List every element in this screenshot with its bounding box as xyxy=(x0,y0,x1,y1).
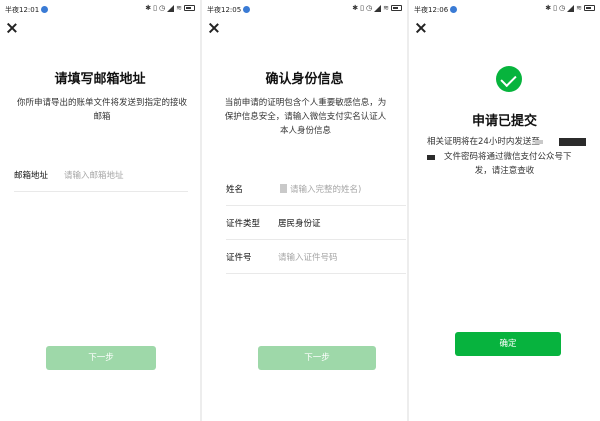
identity-screen: 半夜12:05 ✱ ▯ ◷ ≋ 确认身份信息 当前申请的证明包含个人重要敏感信息… xyxy=(202,0,407,421)
alarm-icon: ◷ xyxy=(366,4,373,12)
page-title: 申请已提交 xyxy=(471,114,537,129)
next-button[interactable]: 下一步 xyxy=(46,346,156,370)
close-icon[interactable] xyxy=(415,22,427,34)
signal-icon xyxy=(374,4,382,12)
alarm-icon: ◷ xyxy=(159,4,166,12)
vibrate-icon: ▯ xyxy=(360,4,365,12)
bluetooth-icon: ✱ xyxy=(545,4,552,12)
bluetooth-icon: ✱ xyxy=(352,4,359,12)
name-input[interactable]: 请输入完整的姓名) xyxy=(290,183,361,195)
page-title: 确认身份信息 xyxy=(265,72,344,87)
alarm-icon: ◷ xyxy=(559,4,566,12)
battery-icon xyxy=(391,5,402,11)
page-title: 请填写邮箱地址 xyxy=(54,72,146,87)
name-label: 姓名 xyxy=(226,185,244,195)
status-bar: 半夜12:06 ✱ ▯ ◷ ≋ xyxy=(409,0,600,18)
notification-icon xyxy=(243,6,251,13)
status-icons: ✱ ▯ ◷ ≋ xyxy=(352,4,402,12)
status-time: 半夜12:05 xyxy=(207,5,251,15)
bluetooth-icon: ✱ xyxy=(145,4,152,12)
status-bar: 半夜12:05 ✱ ▯ ◷ ≋ xyxy=(202,0,407,18)
name-field-row: 姓名 请输入完整的姓名) xyxy=(226,172,406,206)
status-time: 半夜12:01 xyxy=(5,5,49,15)
next-button[interactable]: 下一步 xyxy=(258,346,376,370)
id-type-label: 证件类型 xyxy=(226,219,261,229)
wifi-icon: ≋ xyxy=(383,4,389,12)
submitted-screen: 半夜12:06 ✱ ▯ ◷ ≋ 申请已提交 相关证明将在24小时内发送至 文件密… xyxy=(409,0,600,421)
status-icons: ✱ ▯ ◷ ≋ xyxy=(545,4,595,12)
check-circle-icon xyxy=(496,66,522,92)
vibrate-icon: ▯ xyxy=(553,4,558,12)
close-icon[interactable] xyxy=(208,22,220,34)
email-screen: 半夜12:01 ✱ ▯ ◷ ≋ 请填写邮箱地址 你所申请导出的账单文件将发送到指… xyxy=(0,0,200,421)
confirm-button[interactable]: 确定 xyxy=(455,332,561,356)
signal-icon xyxy=(567,4,575,12)
id-number-input[interactable]: 请输入证件号码 xyxy=(278,251,338,263)
redaction-mark xyxy=(535,140,543,144)
email-input[interactable]: 请输入邮箱地址 xyxy=(64,169,124,181)
wifi-icon: ≋ xyxy=(576,4,582,12)
email-field-row: 邮箱地址 请输入邮箱地址 xyxy=(14,158,188,192)
battery-icon xyxy=(184,5,195,11)
id-type-value[interactable]: 居民身份证 xyxy=(278,217,321,229)
status-icons: ✱ ▯ ◷ ≋ xyxy=(145,4,195,12)
message-line-3: 发，请注意查收 xyxy=(474,166,535,176)
signal-icon xyxy=(167,4,175,12)
status-bar: 半夜12:01 ✱ ▯ ◷ ≋ xyxy=(0,0,200,18)
id-number-label: 证件号 xyxy=(226,253,252,263)
close-icon[interactable] xyxy=(6,22,18,34)
battery-icon xyxy=(584,5,595,11)
notification-icon xyxy=(450,6,458,13)
page-description: 你所申请导出的账单文件将发送到指定的接收邮箱 xyxy=(16,98,187,122)
redaction-mark xyxy=(280,184,287,193)
status-time: 半夜12:06 xyxy=(414,5,458,15)
vibrate-icon: ▯ xyxy=(153,4,158,12)
redaction-mark xyxy=(427,155,435,160)
wifi-icon: ≋ xyxy=(176,4,182,12)
notification-icon xyxy=(41,6,49,13)
page-description: 当前申请的证明包含个人重要敏感信息，为保护信息安全，请输入微信支付实名认证人本人… xyxy=(224,98,387,136)
redaction-mark xyxy=(559,138,586,146)
message-line-2: 文件密码将通过微信支付公众号下 xyxy=(444,152,572,162)
id-number-field-row: 证件号 请输入证件号码 xyxy=(226,240,406,274)
id-type-field-row[interactable]: 证件类型 居民身份证 xyxy=(226,206,406,240)
email-label: 邮箱地址 xyxy=(14,171,49,181)
